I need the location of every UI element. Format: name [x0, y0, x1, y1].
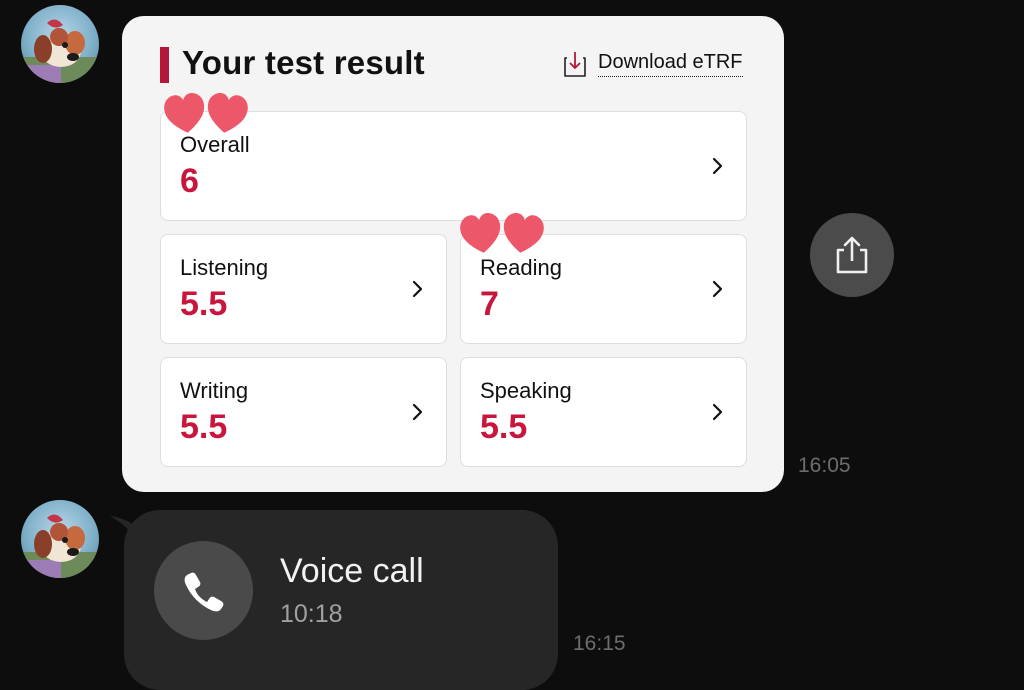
download-icon	[564, 52, 586, 77]
share-icon	[836, 236, 868, 274]
score-card-reading[interactable]: Reading 7	[460, 234, 747, 344]
score-value: 7	[480, 285, 499, 323]
score-label: Overall	[180, 132, 250, 157]
score-value: 6	[180, 162, 199, 200]
title-accent-bar	[160, 47, 169, 83]
dog-avatar-image	[21, 514, 99, 578]
score-card-writing[interactable]: Writing 5.5	[160, 357, 447, 467]
dog-avatar-image	[21, 19, 99, 83]
call-duration: 10:18	[280, 600, 343, 628]
chevron-right-icon	[712, 280, 723, 298]
download-etrf-link[interactable]: Download eTRF	[562, 49, 743, 79]
call-title: Voice call	[280, 552, 424, 590]
share-button[interactable]	[810, 213, 894, 297]
score-value: 5.5	[180, 285, 228, 323]
card-title: Your test result	[182, 44, 425, 81]
score-label: Listening	[180, 255, 269, 280]
chevron-right-icon	[412, 403, 423, 421]
chevron-right-icon	[712, 157, 723, 175]
score-card-overall[interactable]: Overall 6	[160, 111, 747, 221]
sender-avatar[interactable]	[21, 5, 99, 83]
score-label: Writing	[180, 378, 249, 403]
score-value: 5.5	[180, 408, 228, 446]
phone-icon	[184, 572, 223, 611]
download-etrf-label: Download eTRF	[598, 51, 743, 77]
message-timestamp: 16:15	[573, 632, 626, 655]
chevron-right-icon	[412, 280, 423, 298]
voice-call-bubble[interactable]: Voice call 10:18	[124, 510, 558, 690]
call-icon-circle	[154, 541, 253, 640]
score-label: Reading	[480, 255, 562, 280]
score-card-listening[interactable]: Listening 5.5	[160, 234, 447, 344]
score-card-speaking[interactable]: Speaking 5.5	[460, 357, 747, 467]
sender-avatar[interactable]	[21, 500, 99, 578]
score-value: 5.5	[480, 408, 528, 446]
score-label: Speaking	[480, 378, 572, 403]
chevron-right-icon	[712, 403, 723, 421]
message-timestamp: 16:05	[798, 454, 851, 477]
test-result-card: Your test result Download eTRF Overall 6…	[122, 16, 784, 492]
